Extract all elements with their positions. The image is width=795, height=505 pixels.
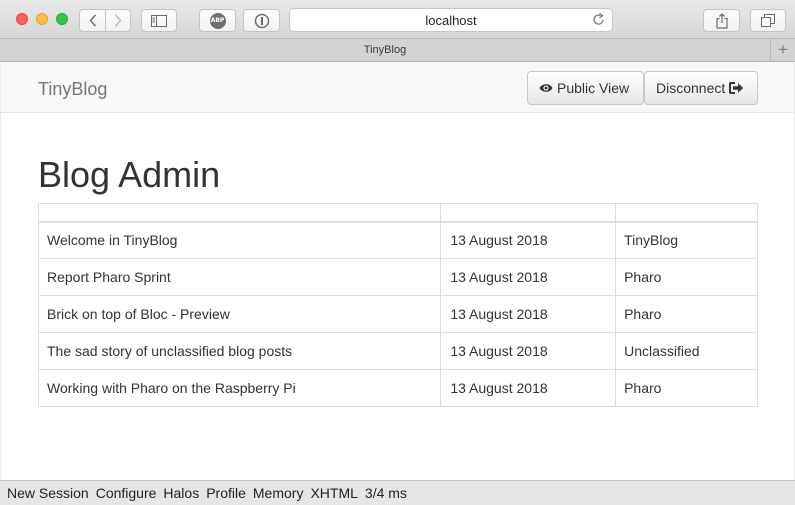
seaside-toolbar: New Session Configure Halos Profile Memo… [0, 480, 795, 505]
post-title: Brick on top of Bloc - Preview [37, 295, 442, 333]
post-title: Working with Pharo on the Raspberry Pi [37, 369, 442, 407]
navbar: TinyBlog Public View Disconnect [1, 62, 794, 113]
new-tab-button[interactable]: + [770, 39, 795, 61]
post-category: Pharo [615, 258, 758, 296]
post-category: Pharo [615, 369, 758, 407]
browser-toolbar: ABP localhost [0, 0, 795, 39]
post-title: Welcome in TinyBlog [37, 221, 442, 259]
post-title: The sad story of unclassified blog posts [37, 332, 442, 370]
sign-out-icon [729, 82, 744, 94]
page-title: Blog Admin [38, 154, 221, 195]
column-header [37, 203, 442, 223]
url-text: localhost [425, 13, 477, 28]
post-date: 13 August 2018 [440, 221, 617, 259]
public-view-label: Public View [557, 80, 630, 96]
halos-link[interactable]: Halos [163, 485, 199, 501]
sidebar-toggle-button[interactable] [141, 9, 177, 32]
password-manager-button[interactable] [243, 9, 280, 32]
forward-button[interactable] [105, 9, 131, 32]
reload-icon[interactable] [593, 12, 605, 31]
post-category: TinyBlog [615, 221, 758, 259]
tab-bar: TinyBlog + [0, 39, 795, 62]
tabs-icon [761, 14, 775, 27]
post-date: 13 August 2018 [440, 258, 617, 296]
column-header [440, 203, 617, 223]
post-title: Report Pharo Sprint [37, 258, 442, 296]
disconnect-label: Disconnect [656, 80, 726, 96]
chevron-left-icon [88, 14, 96, 27]
table-row: Brick on top of Bloc - Preview 13 August… [37, 295, 758, 333]
post-category: Unclassified [615, 332, 758, 370]
share-button[interactable] [703, 9, 740, 32]
disconnect-button[interactable]: Disconnect [644, 71, 758, 105]
public-view-button[interactable]: Public View [527, 71, 644, 105]
post-date: 13 August 2018 [440, 295, 617, 333]
post-category: Pharo [615, 295, 758, 333]
memory-link[interactable]: Memory [253, 485, 304, 501]
zoom-window-button[interactable] [56, 13, 68, 25]
close-window-button[interactable] [16, 13, 28, 25]
table-row: Welcome in TinyBlog 13 August 2018 TinyB… [37, 221, 758, 259]
chevron-right-icon [114, 14, 122, 27]
brand-link[interactable]: TinyBlog [38, 79, 107, 100]
share-icon [715, 12, 728, 29]
page-viewport: TinyBlog Public View Disconnect Blog Adm… [1, 62, 794, 480]
post-date: 13 August 2018 [440, 332, 617, 370]
adblock-button[interactable]: ABP [199, 9, 236, 32]
adblock-icon: ABP [209, 12, 226, 29]
eye-icon [539, 84, 553, 92]
configure-link[interactable]: Configure [96, 485, 157, 501]
show-tabs-button[interactable] [750, 9, 786, 32]
back-button[interactable] [79, 9, 106, 32]
sidebar-icon [151, 14, 167, 27]
column-header [615, 203, 758, 223]
new-session-link[interactable]: New Session [7, 485, 89, 501]
posts-table: Welcome in TinyBlog 13 August 2018 TinyB… [37, 203, 758, 407]
profile-link[interactable]: Profile [206, 485, 246, 501]
xhtml-link[interactable]: XHTML [310, 485, 357, 501]
table-row: The sad story of unclassified blog posts… [37, 332, 758, 370]
table-row: Working with Pharo on the Raspberry Pi 1… [37, 369, 758, 407]
password-manager-icon [254, 13, 269, 28]
address-bar[interactable]: localhost [289, 8, 613, 32]
minimize-window-button[interactable] [36, 13, 48, 25]
table-row: Report Pharo Sprint 13 August 2018 Pharo [37, 258, 758, 296]
render-timing: 3/4 ms [364, 485, 407, 501]
tab-title[interactable]: TinyBlog [0, 44, 770, 56]
post-date: 13 August 2018 [440, 369, 617, 407]
table-header-row [37, 203, 758, 223]
